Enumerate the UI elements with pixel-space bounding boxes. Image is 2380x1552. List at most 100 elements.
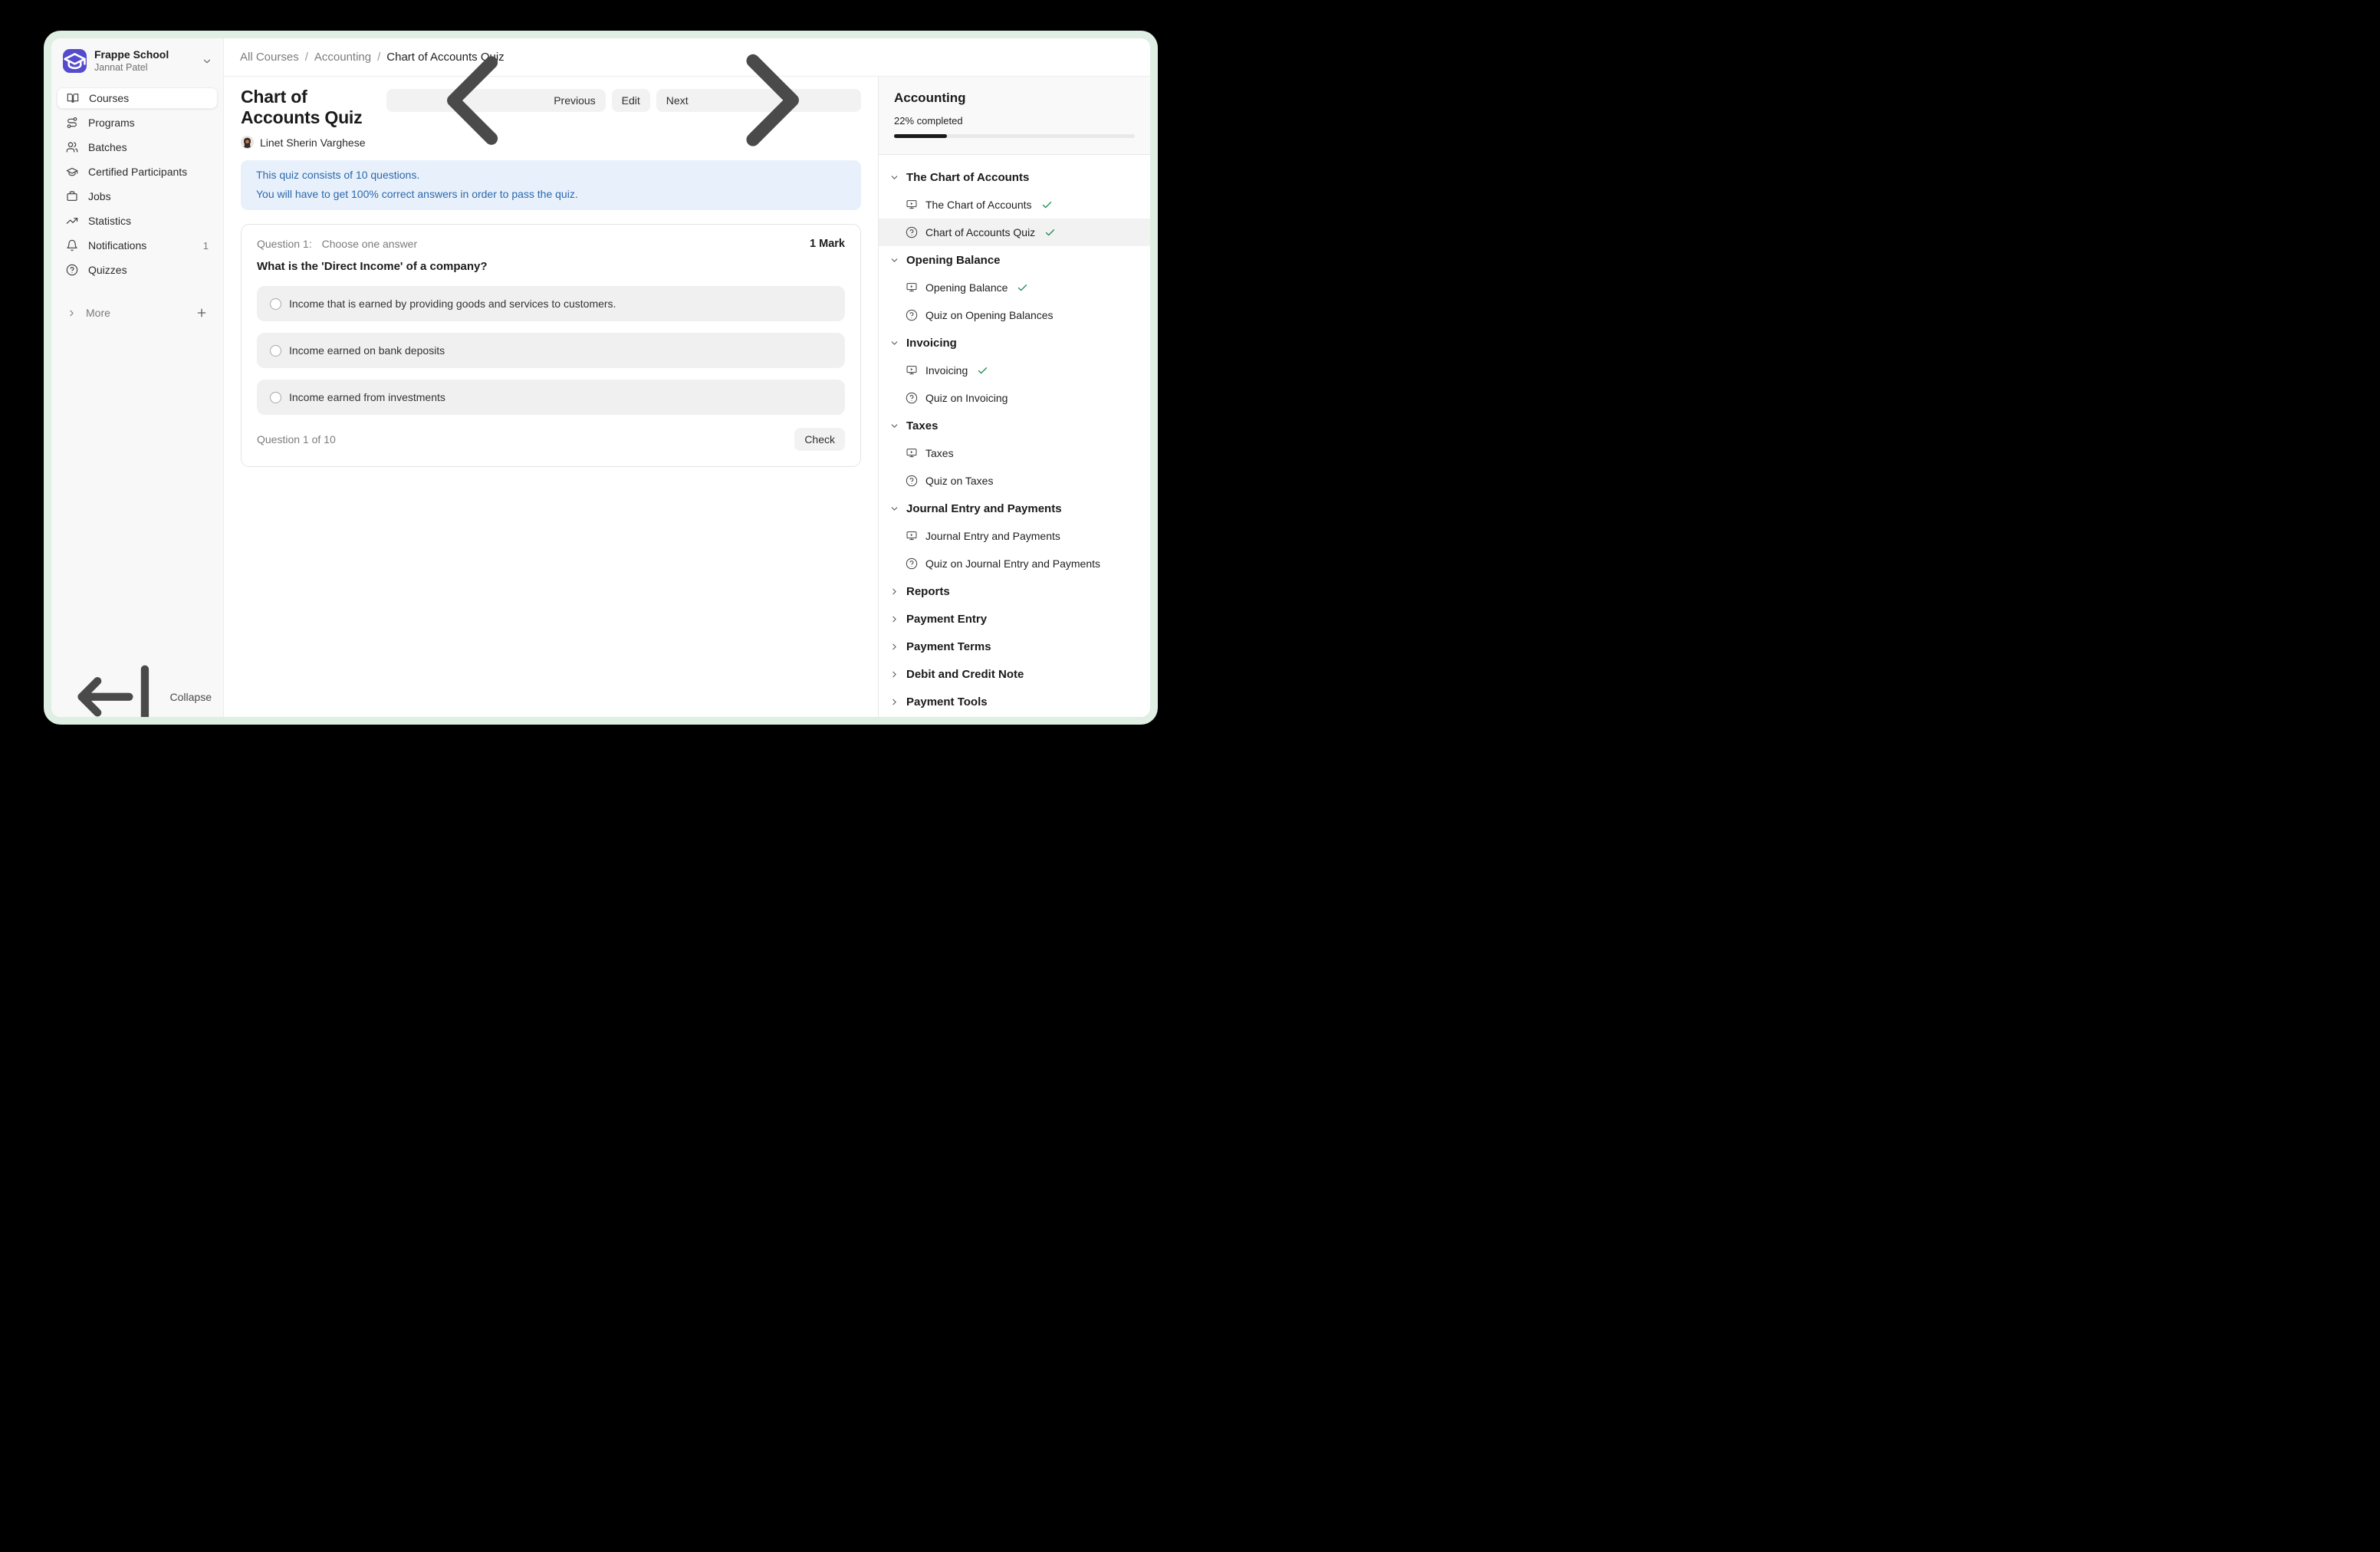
course-outline-sidebar: Accounting 22% completed The Chart of Ac… [878,77,1150,717]
completion-label: 22% completed [894,115,1135,127]
answer-option[interactable]: Income that is earned by providing goods… [257,286,845,321]
graduation-cap-icon [63,49,87,73]
outline-item-label: Quiz on Journal Entry and Payments [925,557,1100,570]
chevron-down-icon [889,338,899,348]
radio-button[interactable] [270,392,281,403]
outline-section-header[interactable]: The Chart of Accounts [879,163,1150,191]
sidebar-item[interactable]: Programs [57,112,218,133]
answer-option-label: Income that is earned by providing goods… [289,298,616,310]
previous-label: Previous [554,94,595,107]
outline-section-label: Opening Balance [906,254,1001,267]
user-name: Jannat Patel [94,61,194,74]
outline-section-header[interactable]: Opening Balance [879,246,1150,274]
breadcrumb-item[interactable]: Accounting [314,51,371,64]
outline-section-header[interactable]: Taxes [879,412,1150,439]
chevron-right-icon [889,587,899,597]
outline-section-header[interactable]: Journal Entry and Payments [879,495,1150,522]
help-circle-icon [906,309,918,321]
outline-section-label: Payment Entry [906,613,987,626]
chevron-left-icon [396,38,548,176]
outline-item[interactable]: Journal Entry and Payments [879,522,1150,550]
left-sidebar: Frappe School Jannat Patel Courses Progr… [51,38,224,717]
briefcase-icon [66,190,78,202]
sidebar-item-label: Quizzes [88,264,209,276]
edit-button[interactable]: Edit [612,89,650,112]
answer-option[interactable]: Income earned from investments [257,380,845,415]
sidebar-item-label: Certified Participants [88,166,209,178]
collapse-icon [66,649,161,717]
breadcrumb-separator: / [377,51,380,64]
outline-item[interactable]: Quiz on Invoicing [879,384,1150,412]
bell-icon [66,239,78,252]
outline-section-header[interactable]: Payment Terms [879,633,1150,660]
outline-section-header[interactable]: Invoicing [879,329,1150,357]
radio-button[interactable] [270,345,281,357]
outline-item-label: Quiz on Taxes [925,475,993,487]
outline-item[interactable]: Chart of Accounts Quiz [879,219,1150,246]
page-actions: Previous Edit Next [386,89,861,112]
next-label: Next [666,94,689,107]
radio-button[interactable] [270,298,281,310]
topbar: All Courses/Accounting/Chart of Accounts… [224,38,1150,77]
outline-item[interactable]: Taxes [879,439,1150,467]
outline-section-header[interactable]: Reports [879,577,1150,605]
monitor-play-icon [906,199,918,211]
outline-item-label: The Chart of Accounts [925,199,1032,211]
outline-section-label: Debit and Credit Note [906,668,1024,681]
sidebar-item-label: Jobs [88,190,209,202]
sidebar-item[interactable]: Batches [57,136,218,158]
outline-item[interactable]: Invoicing [879,357,1150,384]
question-card: Question 1: Choose one answer 1 Mark Wha… [241,224,861,467]
monitor-play-icon [906,530,918,542]
outline-item-label: Journal Entry and Payments [925,530,1060,542]
outline-item[interactable]: Opening Balance [879,274,1150,301]
chevron-right-icon [889,642,899,652]
breadcrumb-item[interactable]: All Courses [240,51,299,64]
outline-section-label: Invoicing [906,337,957,350]
outline-section-header[interactable]: Payment Entry [879,605,1150,633]
sidebar-item[interactable]: Jobs [57,186,218,207]
outline-section-label: Reports [906,585,950,598]
monitor-play-icon [906,281,918,294]
collapse-label: Collapse [170,691,212,703]
outline-item[interactable]: The Chart of Accounts [879,191,1150,219]
sidebar-item[interactable]: Statistics [57,210,218,232]
notice-line: You will have to get 100% correct answer… [256,186,846,202]
check-icon [977,365,988,376]
outline-item-label: Invoicing [925,364,968,376]
author-name: Linet Sherin Varghese [260,136,366,149]
breadcrumb-separator: / [305,51,308,64]
outline-section-header[interactable]: Payment Tools [879,688,1150,715]
sidebar-more-wrap: More [51,284,223,324]
collapse-sidebar-button[interactable]: Collapse [51,680,223,714]
question-instruction: Choose one answer [322,238,418,250]
outline-item[interactable]: Quiz on Opening Balances [879,301,1150,329]
sidebar-more[interactable]: More [57,302,218,324]
sidebar-item[interactable]: Certified Participants [57,161,218,182]
chevron-down-icon [202,56,212,67]
next-button[interactable]: Next [656,89,861,112]
sidebar-item[interactable]: Courses [57,87,218,109]
previous-button[interactable]: Previous [386,89,606,112]
app-window: Frappe School Jannat Patel Courses Progr… [51,38,1150,717]
plus-icon[interactable] [196,307,208,319]
chevron-down-icon [889,173,899,182]
outline-section-label: Taxes [906,419,938,432]
sidebar-item[interactable]: Notifications 1 [57,235,218,256]
outline-item-label: Taxes [925,447,954,459]
progress-bar [894,134,1135,138]
outline-section-header[interactable]: Debit and Credit Note [879,660,1150,688]
help-circle-icon [906,226,918,238]
sidebar-item[interactable]: Quizzes [57,259,218,281]
outline-section-label: Payment Tools [906,695,988,709]
workspace-switcher[interactable]: Frappe School Jannat Patel [51,38,223,81]
question-footer: Question 1 of 10 Check [257,428,845,451]
outline-item[interactable]: Quiz on Taxes [879,467,1150,495]
outline-item[interactable]: Quiz on Journal Entry and Payments [879,550,1150,577]
help-circle-icon [906,475,918,487]
check-button[interactable]: Check [794,428,845,451]
outline-item-label: Chart of Accounts Quiz [925,226,1035,238]
outline-item-label: Quiz on Invoicing [925,392,1008,404]
monitor-play-icon [906,364,918,376]
answer-option[interactable]: Income earned on bank deposits [257,333,845,368]
